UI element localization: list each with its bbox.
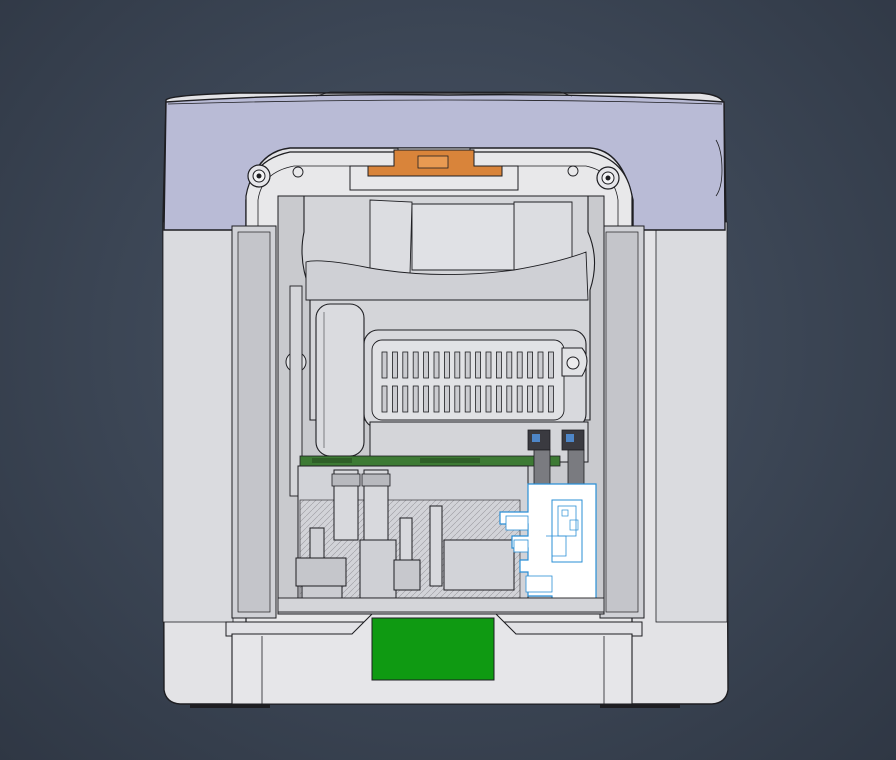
vent-slot — [443, 351, 450, 379]
vent-slot — [464, 385, 471, 413]
screw-right-icon — [596, 166, 620, 190]
vent-slot — [537, 351, 544, 379]
vent-slot — [548, 385, 554, 413]
foot-right — [600, 704, 680, 708]
vent-slot — [527, 385, 533, 413]
cad-viewport[interactable] — [0, 0, 896, 760]
vent-slot — [381, 385, 388, 413]
vent-slot — [485, 351, 492, 379]
vent-slot — [527, 351, 533, 379]
vent-slot — [402, 351, 409, 379]
pcb-strip — [299, 455, 561, 467]
right-vent-grille — [599, 225, 645, 619]
screw-left-icon — [247, 164, 271, 188]
vent-slot — [537, 385, 544, 413]
tube-left — [331, 469, 361, 541]
vent-slot — [516, 385, 523, 413]
vent-slot — [516, 351, 523, 379]
vent-slot — [495, 385, 502, 413]
tube-right — [361, 469, 391, 541]
vent-slot — [495, 351, 502, 379]
vent-slot — [423, 385, 430, 413]
vent-slot — [485, 385, 492, 413]
vent-slot — [412, 385, 419, 413]
vent-slot — [548, 351, 554, 379]
vent-slot — [475, 385, 482, 413]
boss-hole-left — [292, 166, 304, 178]
vent-slot — [391, 351, 398, 379]
vent-slot — [381, 351, 388, 379]
vent-slot — [433, 351, 440, 379]
vent-slot — [464, 351, 471, 379]
vent-slot — [506, 385, 513, 413]
green-display-window — [371, 617, 495, 681]
vent-slot — [475, 351, 482, 379]
foot-left — [190, 704, 270, 708]
vent-slot — [423, 351, 430, 379]
vent-slot — [454, 385, 461, 413]
mount-ear-right — [561, 347, 588, 377]
vent-slot — [443, 385, 450, 413]
vent-slot — [454, 351, 461, 379]
boss-hole-right — [567, 165, 579, 177]
device-assembly-drawing — [162, 91, 729, 708]
left-vent-grille — [231, 225, 277, 619]
vent-slot — [433, 385, 440, 413]
vent-slot — [506, 351, 513, 379]
cylinder-capacitor — [315, 303, 365, 457]
vent-slot — [412, 351, 419, 379]
vent-slot — [391, 385, 398, 413]
vent-slot — [402, 385, 409, 413]
